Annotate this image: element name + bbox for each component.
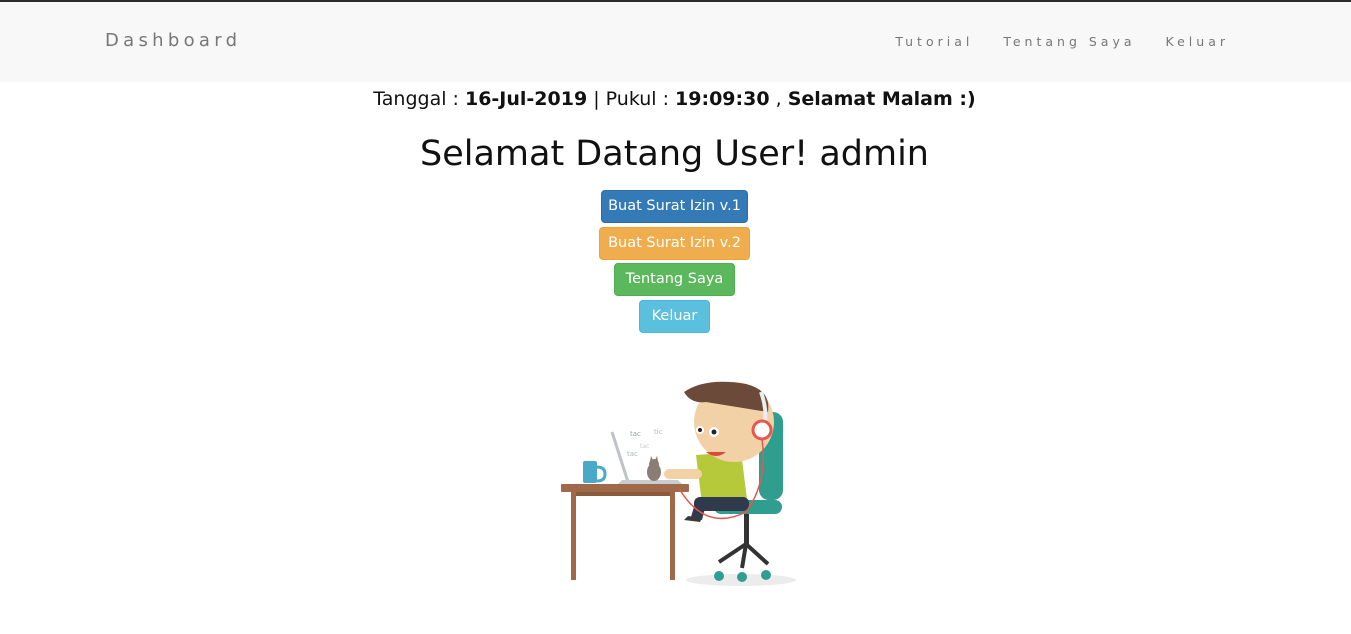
nav-link-tentang-saya[interactable]: Tentang Saya bbox=[1003, 34, 1135, 49]
keluar-button[interactable]: Keluar bbox=[639, 300, 710, 333]
date-label: Tanggal : bbox=[373, 88, 465, 110]
nav-link-keluar[interactable]: Keluar bbox=[1166, 34, 1229, 49]
nav-link-tutorial[interactable]: Tutorial bbox=[895, 34, 973, 49]
sound-word: tac bbox=[627, 450, 638, 458]
sound-word: tic bbox=[654, 428, 663, 436]
welcome-title: Selamat Datang User! admin bbox=[419, 134, 929, 174]
buat-surat-v1-button[interactable]: Buat Surat Izin v.1 bbox=[601, 190, 748, 223]
mug-icon bbox=[583, 461, 607, 483]
sound-word: tac bbox=[640, 443, 649, 450]
buat-surat-v2-button[interactable]: Buat Surat Izin v.2 bbox=[599, 227, 750, 260]
sound-word: tac bbox=[630, 430, 641, 438]
time-label: | Pukul : bbox=[587, 88, 676, 110]
cat-icon bbox=[647, 456, 661, 481]
navbar: Dashboard Tutorial Tentang Saya Keluar bbox=[0, 2, 1351, 82]
working-at-desk-illustration: tac tic tac tac bbox=[561, 381, 796, 586]
tentang-saya-button[interactable]: Tentang Saya bbox=[614, 263, 735, 296]
date-value: 16-Jul-2019 bbox=[464, 88, 588, 110]
desk bbox=[561, 484, 689, 580]
navbar-links: Tutorial Tentang Saya Keluar bbox=[865, 34, 1229, 49]
datetime-line: Tanggal : 16-Jul-2019 | Pukul : 19:09:30… bbox=[0, 88, 1349, 110]
navbar-brand[interactable]: Dashboard bbox=[105, 30, 241, 51]
time-value: 19:09:30 bbox=[675, 88, 770, 110]
greeting-text: Selamat Malam :) bbox=[787, 88, 976, 110]
greeting-separator: , bbox=[769, 88, 788, 110]
